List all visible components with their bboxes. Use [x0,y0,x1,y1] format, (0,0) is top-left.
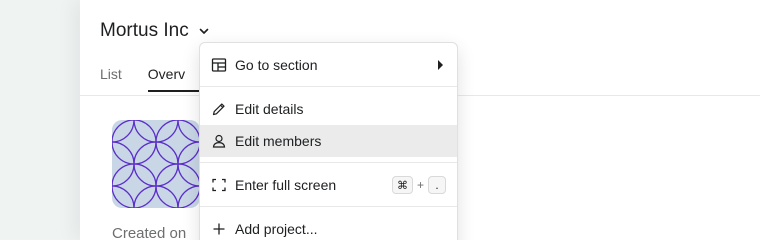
menu-divider [200,206,457,207]
menu-item-label: Go to section [235,57,318,73]
menu-item-label: Edit members [235,133,322,149]
layout-icon [211,57,227,73]
menu-divider [200,86,457,87]
pencil-icon [211,101,227,117]
tab-overview[interactable]: Overv [147,66,226,92]
tab-bar: List Overv [100,66,226,92]
person-icon [211,133,227,149]
created-text: Created on [112,225,187,240]
project-avatar [112,120,200,208]
tab-list[interactable]: List [100,66,122,92]
page-title: Mortus Inc [100,20,189,41]
menu-item-edit-details[interactable]: Edit details [200,93,457,125]
menu-item-add-project[interactable]: Add project... [200,213,457,240]
shortcut-plus: + [416,178,424,192]
menu-item-label: Edit details [235,101,304,117]
menu-item-enter-full-screen[interactable]: Enter full screen ⌘ + . [200,169,457,201]
shortcut-key: . [428,176,446,194]
title-row[interactable]: Mortus Inc [100,18,211,44]
menu-divider [200,162,457,163]
menu-item-edit-members[interactable]: Edit members [200,125,457,157]
keyboard-shortcut: ⌘ + . [391,176,446,194]
chevron-down-icon[interactable] [197,24,211,38]
fullscreen-icon [211,177,227,193]
menu-item-label: Add project... [235,221,318,237]
project-actions-menu: Go to section Edit details Edit members … [199,42,458,240]
menu-item-go-to-section[interactable]: Go to section [200,49,457,81]
shortcut-key: ⌘ [391,176,413,194]
menu-item-label: Enter full screen [235,177,337,193]
background-strip [0,0,80,240]
plus-icon [211,221,227,237]
submenu-arrow-icon [438,60,443,70]
